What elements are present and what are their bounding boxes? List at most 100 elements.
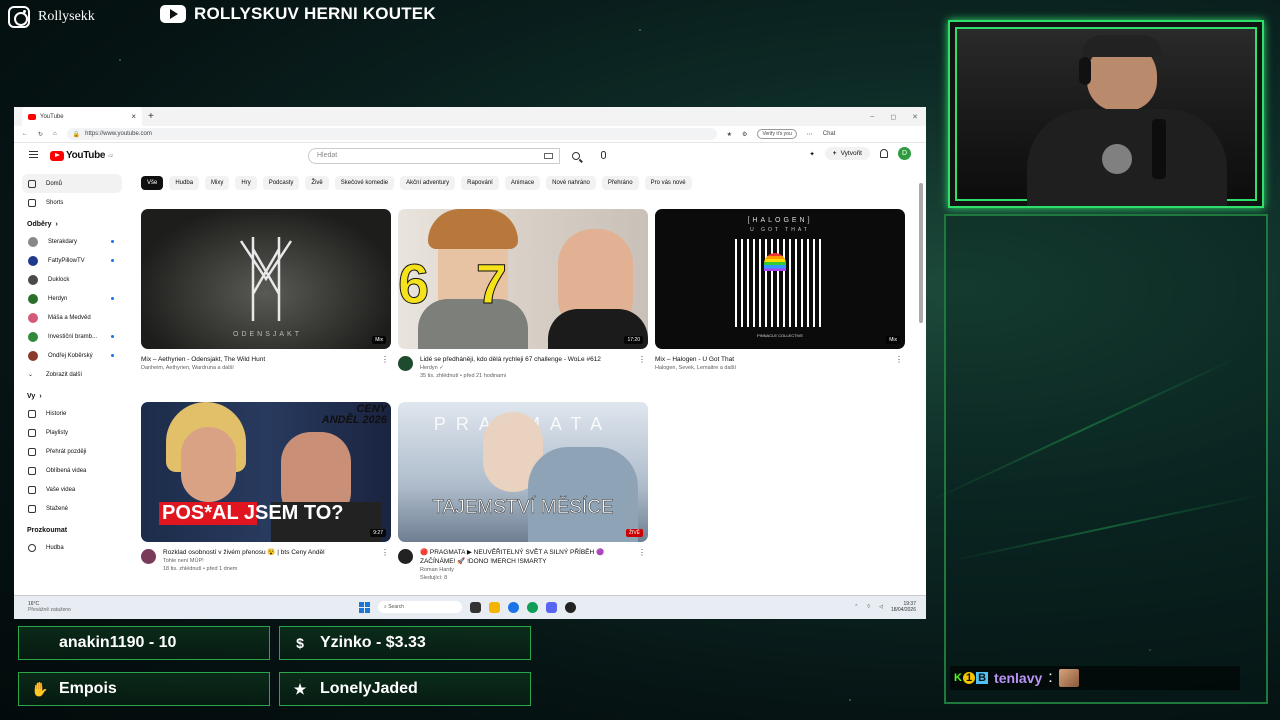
sidebar-item-label: Historie [46,410,67,417]
search-button[interactable] [562,148,590,164]
sidebar-item-music[interactable]: Hudba [22,538,122,557]
channel-avatar[interactable] [398,549,413,564]
more-options-icon[interactable]: ⋮ [895,355,903,364]
menu-icon[interactable]: ⋯ [807,131,813,138]
video-card[interactable]: [HALOGEN] U GOT THAT PINNACLE COLLECTIVE… [655,209,905,372]
filter-chip[interactable]: Živě [305,176,329,190]
chrome-icon[interactable] [527,601,538,613]
subscriptions-header[interactable]: Odběry › [22,212,122,232]
more-options-icon[interactable]: ⋮ [381,548,389,557]
sidebar-item-download[interactable]: Stažené [22,499,122,518]
sidebar-item-playlist[interactable]: Playlisty [22,423,122,442]
channel-avatar[interactable] [398,356,413,371]
channel-name[interactable]: Herdyn ✓ [420,364,648,372]
search-input[interactable]: Hledat [308,148,560,164]
edge-icon[interactable] [508,601,519,613]
weather-widget[interactable]: 16°C Převážně zataženo [28,601,71,613]
more-options-icon[interactable]: ⋮ [381,355,389,364]
you-header[interactable]: Vy › [22,384,122,404]
keyboard-icon[interactable] [544,153,553,159]
back-icon[interactable]: ← [22,131,28,137]
filter-chip[interactable]: Hudba [169,176,200,190]
video-thumbnail[interactable]: CENY ANDĚL 2026 POS*AL JSEM TO? 9:27 [141,402,391,542]
sidebar-item-shorts[interactable]: Shorts [22,193,122,212]
notifications-bell-icon[interactable] [880,149,888,158]
filter-chip[interactable]: Akční adventury [400,176,456,190]
filter-chip[interactable]: Hry [235,176,257,190]
sidebar-item-subscription[interactable]: Herdyn [22,289,122,308]
video-thumbnail[interactable]: ODENSJAKT Mix [141,209,391,349]
video-title[interactable]: 🔴 PRAGMATA ▶ NEUVĚŘITELNÝ SVĚT A SILNÝ P… [420,548,648,566]
close-tab-icon[interactable]: × [131,112,136,121]
clock[interactable]: 19:37 18/04/2026 [891,601,916,613]
filter-chip[interactable]: Vše [141,176,164,190]
filter-chip[interactable]: Přehráno [601,176,639,190]
sidebar-item-history[interactable]: Historie [22,404,122,423]
sidebar-item-subscription[interactable]: Duklock [22,270,122,289]
video-card[interactable]: ODENSJAKT Mix Mix – Aethyrien - Odensjak… [141,209,391,372]
account-avatar[interactable]: D [898,147,911,160]
channel-name[interactable]: Roman Hardy [420,566,648,574]
filter-chip[interactable]: Podcasty [262,176,300,190]
filter-chip[interactable]: Skečové komedie [334,176,395,190]
scrollbar[interactable] [919,183,923,323]
video-card[interactable]: CENY ANDĚL 2026 POS*AL JSEM TO? 9:27 Roz… [141,402,391,573]
sidebar-item-like[interactable]: Oblíbená videa [22,461,122,480]
new-tab-button[interactable]: + [148,111,154,122]
video-thumbnail[interactable]: [HALOGEN] U GOT THAT PINNACLE COLLECTIVE… [655,209,905,349]
sidebar-item-clock[interactable]: Přehrát později [22,442,122,461]
channel-name[interactable]: Tohle není MÚP! [163,557,391,565]
filter-chip[interactable]: Animace [504,176,541,190]
minimize-button[interactable]: – [870,113,874,121]
task-view-icon[interactable] [470,601,481,613]
video-title[interactable]: Lidé se předháněji, kdo dělá rychleji 67… [420,355,648,364]
taskbar-search[interactable]: ⌕ Search [378,601,462,613]
video-title[interactable]: Mix – Aethyrien - Odensjakt, The Wild Hu… [141,355,391,364]
more-options-icon[interactable]: ⋮ [638,355,646,364]
filter-chip[interactable]: Pro vás nové [644,176,692,190]
microphone-icon[interactable] [601,151,606,159]
star-icon[interactable]: ★ [727,131,732,138]
obs-icon[interactable] [565,601,576,613]
video-card[interactable]: 6 7 17:20 Lidé se předháněji, kdo dělá r… [398,209,648,380]
show-more-button[interactable]: ⌄ Zobrazit další [22,365,122,384]
browser-tab[interactable]: YouTube × [22,107,142,126]
verify-button[interactable]: Verify it's you [757,129,797,139]
sidebar-item-subscription[interactable]: Sterakdary [22,232,122,251]
youtube-logo[interactable]: YouTube CZ [50,150,113,161]
video-card[interactable]: PRAGMATA TAJEMSTVÍ MĚSÍCE ŽIVĚ 🔴 PRAGMAT… [398,402,648,582]
windows-start-icon[interactable] [359,601,370,613]
chat-button[interactable]: Chat [823,131,836,137]
network-icon[interactable]: ⌔ [866,604,871,610]
sidebar-item-subscription[interactable]: Investiční bramb... [22,327,122,346]
discord-icon[interactable] [546,601,557,613]
cast-icon[interactable]: ✦ [809,150,814,158]
video-title[interactable]: Mix – Halogen - U Got That [655,355,905,364]
extensions-icon[interactable]: ⚙ [742,131,747,138]
refresh-icon[interactable]: ↻ [38,131,43,138]
history-icon [28,409,36,418]
sidebar-item-video[interactable]: Vaše videa [22,480,122,499]
maximize-button[interactable]: ◻ [890,113,896,121]
sidebar-item-subscription[interactable]: FattyPillowTV [22,251,122,270]
close-window-button[interactable]: ✕ [912,113,918,121]
volume-icon[interactable]: ◁ [879,604,883,610]
filter-chip[interactable]: Mixy [205,176,230,190]
channel-avatar[interactable] [141,549,156,564]
sidebar-item-subscription[interactable]: Máša a Medvěd [22,308,122,327]
filter-chip[interactable]: Rapování [461,176,499,190]
file-explorer-icon[interactable] [489,601,500,613]
video-thumbnail[interactable]: 6 7 17:20 [398,209,648,349]
sidebar-item-home[interactable]: Domů [22,174,122,193]
create-button[interactable]: + Vytvořit [824,147,870,160]
url-field[interactable]: 🔒 https://www.youtube.com [66,128,717,140]
video-thumbnail[interactable]: PRAGMATA TAJEMSTVÍ MĚSÍCE ŽIVĚ [398,402,648,542]
filter-chip[interactable]: Nové nahráno [546,176,596,190]
tray-chevron-icon[interactable]: ⌃ [854,604,858,610]
sidebar-item-subscription[interactable]: Ondřej Koběrský [22,346,122,365]
home-icon[interactable]: ⌂ [53,131,57,137]
section-title: Vy [27,393,36,400]
video-title[interactable]: Rozklad osobností v živém přenosu 😵 | bt… [163,548,391,557]
more-options-icon[interactable]: ⋮ [638,548,646,557]
hamburger-menu-icon[interactable] [29,151,38,158]
